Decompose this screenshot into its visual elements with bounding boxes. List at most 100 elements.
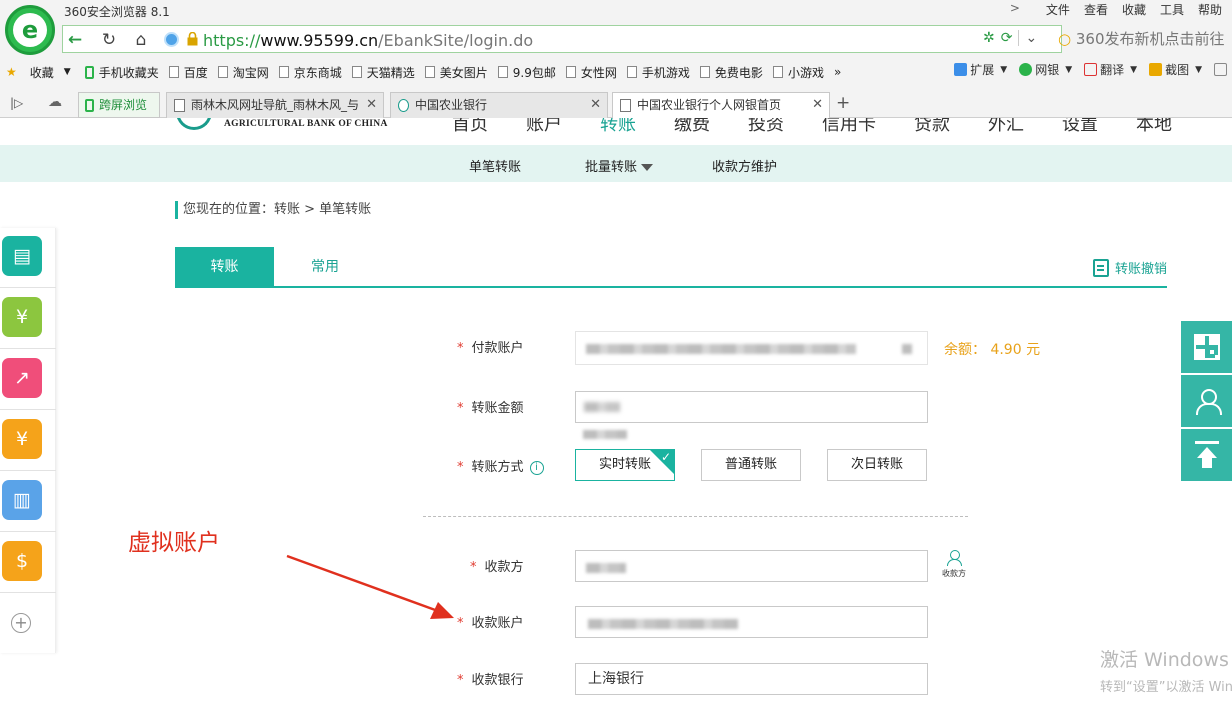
back-button[interactable]: ← bbox=[65, 30, 85, 50]
account-card-icon[interactable]: ▤ bbox=[2, 236, 42, 276]
compat-mode-icon[interactable]: ✲ bbox=[983, 30, 995, 46]
bookmark-jd[interactable]: 京东商城 bbox=[278, 64, 342, 81]
bookmark-mini-games[interactable]: 小游戏 bbox=[772, 64, 824, 81]
payee-account-input[interactable] bbox=[575, 606, 928, 638]
subnav-single-transfer[interactable]: 单笔转账 bbox=[469, 156, 521, 175]
qr-code-button[interactable] bbox=[1181, 321, 1232, 373]
search-box[interactable]: ○ 360发布新机点击前往 bbox=[1058, 28, 1225, 49]
nav-loan[interactable]: 贷款 bbox=[914, 118, 950, 136]
arrow-up-icon bbox=[1194, 441, 1219, 469]
address-bar-actions: ✲ ⟳ ⌄ bbox=[983, 30, 1037, 46]
payee-bank-input[interactable]: 上海银行 bbox=[575, 663, 928, 695]
close-icon[interactable]: ✕ bbox=[590, 93, 601, 117]
speed-mode-icon[interactable]: ⟳ bbox=[1001, 30, 1013, 46]
nav-credit-card[interactable]: 信用卡 bbox=[822, 118, 876, 136]
nav-account[interactable]: 账户 bbox=[526, 118, 562, 136]
windows-activation-watermark: 激活 Windows 转到“设置”以激活 Windows。 bbox=[1100, 649, 1232, 695]
bookmark-baidu[interactable]: 百度 bbox=[168, 64, 208, 81]
method-next-day-button[interactable]: 次日转账 bbox=[827, 449, 927, 481]
page-icon bbox=[626, 66, 637, 78]
customer-service-button[interactable] bbox=[1181, 375, 1232, 427]
bookmark-movies[interactable]: 免费电影 bbox=[699, 64, 763, 81]
bookmark-favorites[interactable]: 收藏 ▼ bbox=[30, 64, 71, 81]
dollar-icon[interactable]: $ bbox=[2, 541, 42, 581]
subnav-payee-maintenance[interactable]: 收款方维护 bbox=[712, 156, 777, 175]
qr-code-icon bbox=[1193, 334, 1220, 360]
page-icon bbox=[699, 66, 710, 78]
new-tab-button[interactable]: + bbox=[836, 93, 850, 113]
lock-icon bbox=[187, 32, 198, 46]
cloud-icon[interactable]: ☁ bbox=[48, 94, 62, 110]
payment-card-icon[interactable]: ▥ bbox=[2, 480, 42, 520]
payee-book-button[interactable]: 收款方 bbox=[938, 550, 970, 579]
bookmark-tmall[interactable]: 天猫精选 bbox=[351, 64, 415, 81]
nav-local[interactable]: 本地 bbox=[1136, 118, 1172, 136]
info-icon[interactable]: i bbox=[529, 460, 544, 475]
masked-amount-value bbox=[584, 402, 620, 412]
masked-amount-caption bbox=[583, 430, 627, 439]
bookmark-mobile-games[interactable]: 手机游戏 bbox=[626, 64, 690, 81]
nav-settings[interactable]: 设置 bbox=[1062, 118, 1098, 136]
browser-logo-icon: e bbox=[5, 5, 55, 55]
bookmark-mobile[interactable]: 手机收藏夹 bbox=[84, 64, 159, 81]
bookmark-99[interactable]: 9.9包邮 bbox=[497, 64, 556, 81]
add-shortcut-icon[interactable]: + bbox=[11, 613, 31, 633]
transfer-yuan-icon[interactable]: ¥ bbox=[2, 297, 42, 337]
tab-cross-screen[interactable]: 跨屏浏览 bbox=[78, 92, 160, 118]
menu-help[interactable]: 帮助 bbox=[1198, 1, 1222, 18]
tab-ylmf[interactable]: 雨林木风网址导航_雨林木风_与 ✕ bbox=[166, 92, 384, 118]
url-text[interactable]: https://www.95599.cn/EbankSite/login.do bbox=[203, 31, 533, 50]
menu-view[interactable]: 查看 bbox=[1084, 1, 1108, 18]
bookmark-taobao[interactable]: 淘宝网 bbox=[217, 64, 269, 81]
scissors-icon bbox=[1149, 63, 1163, 76]
translate-button[interactable]: 翻译 ▼ bbox=[1084, 61, 1137, 78]
method-normal-button[interactable]: 普通转账 bbox=[701, 449, 801, 481]
menu-favorites[interactable]: 收藏 bbox=[1122, 1, 1146, 18]
dropdown-arrow-icon[interactable]: ⌄ bbox=[1018, 30, 1037, 46]
toolbar-right: 扩展 ▼ 网银 ▼ 翻译 ▼ 截图 ▼ bbox=[942, 61, 1232, 78]
close-icon[interactable]: ✕ bbox=[366, 93, 377, 117]
amount-input[interactable] bbox=[575, 391, 928, 423]
e-chart-icon[interactable]: ↗ bbox=[2, 358, 42, 398]
ebank-button[interactable]: 网银 ▼ bbox=[1019, 61, 1072, 78]
page-icon bbox=[168, 66, 179, 78]
home-button[interactable]: ⌂ bbox=[131, 30, 151, 50]
tab-abc[interactable]: 中国农业银行 ✕ bbox=[390, 92, 608, 118]
extensions-button[interactable]: 扩展 ▼ bbox=[954, 61, 1007, 78]
screenshot-button[interactable]: 截图 ▼ bbox=[1149, 61, 1202, 78]
chevron-right-icon[interactable]: > bbox=[1010, 1, 1020, 18]
people-icon bbox=[1193, 388, 1222, 415]
revoke-doc-icon bbox=[1092, 258, 1109, 277]
masked-account-value bbox=[586, 344, 856, 354]
tab-transfer[interactable]: 转账 bbox=[175, 247, 274, 288]
bookmark-pictures[interactable]: 美女图片 bbox=[424, 64, 488, 81]
revoke-transfer-link[interactable]: 转账撤销 bbox=[1092, 258, 1167, 277]
nav-home[interactable]: 首页 bbox=[452, 118, 488, 136]
back-to-top-button[interactable] bbox=[1181, 429, 1232, 481]
close-icon[interactable]: ✕ bbox=[812, 93, 823, 117]
masked-account-value bbox=[902, 344, 912, 354]
refresh-button[interactable]: ↻ bbox=[99, 30, 119, 50]
bookmark-women[interactable]: 女性网 bbox=[565, 64, 617, 81]
sidebar-toggle-icon[interactable]: |▷ bbox=[10, 96, 23, 110]
method-realtime-button[interactable]: 实时转账 ✓ bbox=[575, 449, 675, 481]
image-icon[interactable] bbox=[1214, 63, 1230, 76]
payee-input[interactable] bbox=[575, 550, 928, 582]
nav-payment[interactable]: 缴费 bbox=[674, 118, 710, 136]
bookmark-more-button[interactable]: » bbox=[834, 65, 841, 79]
tab-abc-ebank[interactable]: 中国农业银行个人网银首页 ✕ bbox=[612, 92, 830, 119]
nav-transfer[interactable]: 转账 bbox=[600, 118, 636, 136]
subnav-batch-transfer[interactable]: 批量转账 bbox=[585, 156, 654, 175]
menu-tools[interactable]: 工具 bbox=[1160, 1, 1184, 18]
page-icon bbox=[351, 66, 362, 78]
address-bar[interactable]: ← ↻ ⌂ https://www.95599.cn/EbankSite/log… bbox=[62, 25, 1062, 53]
transfer-tabs: 转账 常用 转账撤销 bbox=[175, 247, 1167, 288]
page-icon bbox=[217, 66, 228, 78]
tab-common[interactable]: 常用 bbox=[285, 247, 365, 288]
menu-file[interactable]: 文件 bbox=[1046, 1, 1070, 18]
nav-forex[interactable]: 外汇 bbox=[988, 118, 1024, 136]
nav-investment[interactable]: 投资 bbox=[748, 118, 784, 136]
coins-icon[interactable]: ¥ bbox=[2, 419, 42, 459]
caret-down-icon bbox=[641, 164, 654, 171]
payer-account-select[interactable] bbox=[575, 331, 928, 365]
